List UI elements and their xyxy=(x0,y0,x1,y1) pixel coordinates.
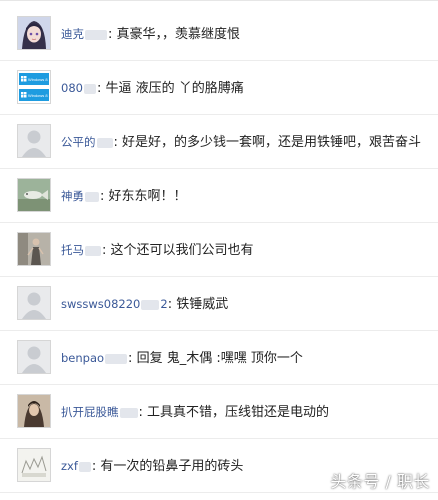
separator: : xyxy=(102,243,107,258)
comment-text: 有一次的铅鼻子用的砖头 xyxy=(100,459,244,474)
redacted-name-mask xyxy=(105,353,128,364)
comment-text: 好是好，的多少钱一套啊，还是用铁锤吧，艰苦奋斗 xyxy=(122,135,422,150)
username-link[interactable]: 080 xyxy=(61,81,97,95)
separator: : xyxy=(167,297,173,312)
avatar[interactable] xyxy=(17,286,51,320)
avatar-fish-image xyxy=(18,179,50,211)
comment-row: 托马: 这个还可以我们公司也有 xyxy=(0,223,438,277)
comment-text: 真豪华，，羡慕继度恨 xyxy=(116,27,241,42)
windows-label-bottom: Windows 8 xyxy=(28,93,48,98)
comment-line: 神勇: 好东东啊！！ xyxy=(61,188,187,205)
comment-row: Windows 8 Windows 8 080: 牛逼 液压的 丫的胳膊痛 xyxy=(0,61,438,115)
comment-feed: 迪克: 真豪华，，羡慕继度恨 Windows 8 Windows 8 080: xyxy=(0,0,438,500)
comment-row: benpao: 回复 鬼_木偶 :嘿嘿 顶你一个 xyxy=(0,331,438,385)
separator: : xyxy=(108,27,113,42)
comment-row: 公平的: 好是好，的多少钱一套啊，还是用铁锤吧，艰苦奋斗 xyxy=(0,115,438,169)
redacted-name-mask xyxy=(78,461,91,472)
username-link[interactable]: 迪克 xyxy=(61,27,108,41)
comment-text: 好东东啊！！ xyxy=(108,189,187,204)
separator: : xyxy=(128,351,133,366)
username-link[interactable]: 扒开屁股瞧 xyxy=(61,405,139,419)
comment-text: 牛逼 液压的 丫的胳膊痛 xyxy=(105,81,244,96)
avatar-windows-logo-image: Windows 8 Windows 8 xyxy=(18,71,50,103)
username-link[interactable]: 托马 xyxy=(61,243,102,257)
redacted-name-mask xyxy=(83,83,96,94)
separator: : xyxy=(91,459,97,474)
watermark: 头条号 / 职长 xyxy=(330,472,430,491)
comment-text: 这个还可以我们公司也有 xyxy=(110,243,254,258)
avatar[interactable] xyxy=(17,340,51,374)
comment-line: 托马: 这个还可以我们公司也有 xyxy=(61,242,254,259)
comment-line: 080: 牛逼 液压的 丫的胳膊痛 xyxy=(61,80,244,97)
default-user-icon xyxy=(18,287,50,319)
redacted-name-mask xyxy=(119,407,138,418)
comment-row: 神勇: 好东东啊！！ xyxy=(0,169,438,223)
comment-line: 扒开屁股瞧: 工具真不错，压线钳还是电动的 xyxy=(61,404,329,421)
comment-row: swssws08220 2: 铁锤威武 xyxy=(0,277,438,331)
avatar-person-photo-image xyxy=(18,395,50,427)
windows-label-top: Windows 8 xyxy=(28,77,48,82)
redacted-name-mask xyxy=(96,137,113,148)
comment-line: swssws08220 2: 铁锤威武 xyxy=(61,296,228,313)
avatar-person-photo-image xyxy=(18,233,50,265)
comment-text: 工具真不错，压线钳还是电动的 xyxy=(147,405,330,420)
separator: : xyxy=(100,189,105,204)
username-link[interactable]: 神勇 xyxy=(61,189,100,203)
avatar-anime-girl-image xyxy=(18,17,50,49)
username-link[interactable]: benpao xyxy=(61,351,128,365)
redacted-name-mask xyxy=(85,245,101,256)
username-link[interactable]: zxf xyxy=(61,459,92,473)
avatar[interactable] xyxy=(17,394,51,428)
avatar[interactable] xyxy=(17,16,51,50)
avatar[interactable] xyxy=(17,178,51,212)
comment-line: 迪克: 真豪华，，羡慕继度恨 xyxy=(61,26,240,43)
avatar[interactable] xyxy=(17,232,51,266)
avatar-sketch-image xyxy=(18,449,50,481)
comment-line: zxf: 有一次的铅鼻子用的砖头 xyxy=(61,458,243,475)
comment-row: 迪克: 真豪华，，羡慕继度恨 xyxy=(0,7,438,61)
default-user-icon xyxy=(18,125,50,157)
redacted-name-mask xyxy=(85,191,99,202)
avatar[interactable] xyxy=(17,124,51,158)
default-user-icon xyxy=(18,341,50,373)
avatar[interactable] xyxy=(17,448,51,482)
comment-text: 铁锤威武 xyxy=(176,297,229,312)
separator: : xyxy=(138,405,143,420)
separator: : xyxy=(113,135,118,150)
comment-row: 扒开屁股瞧: 工具真不错，压线钳还是电动的 xyxy=(0,385,438,439)
separator: : xyxy=(96,81,102,96)
username-link[interactable]: swssws08220 2 xyxy=(61,297,168,311)
comment-line: benpao: 回复 鬼_木偶 :嘿嘿 顶你一个 xyxy=(61,350,303,367)
comment-text: 回复 鬼_木偶 :嘿嘿 顶你一个 xyxy=(136,351,303,366)
avatar[interactable]: Windows 8 Windows 8 xyxy=(17,70,51,104)
redacted-name-mask xyxy=(141,299,160,310)
username-link[interactable]: 公平的 xyxy=(61,135,114,149)
redacted-name-mask xyxy=(85,29,107,40)
comment-line: 公平的: 好是好，的多少钱一套啊，还是用铁锤吧，艰苦奋斗 xyxy=(61,134,421,151)
